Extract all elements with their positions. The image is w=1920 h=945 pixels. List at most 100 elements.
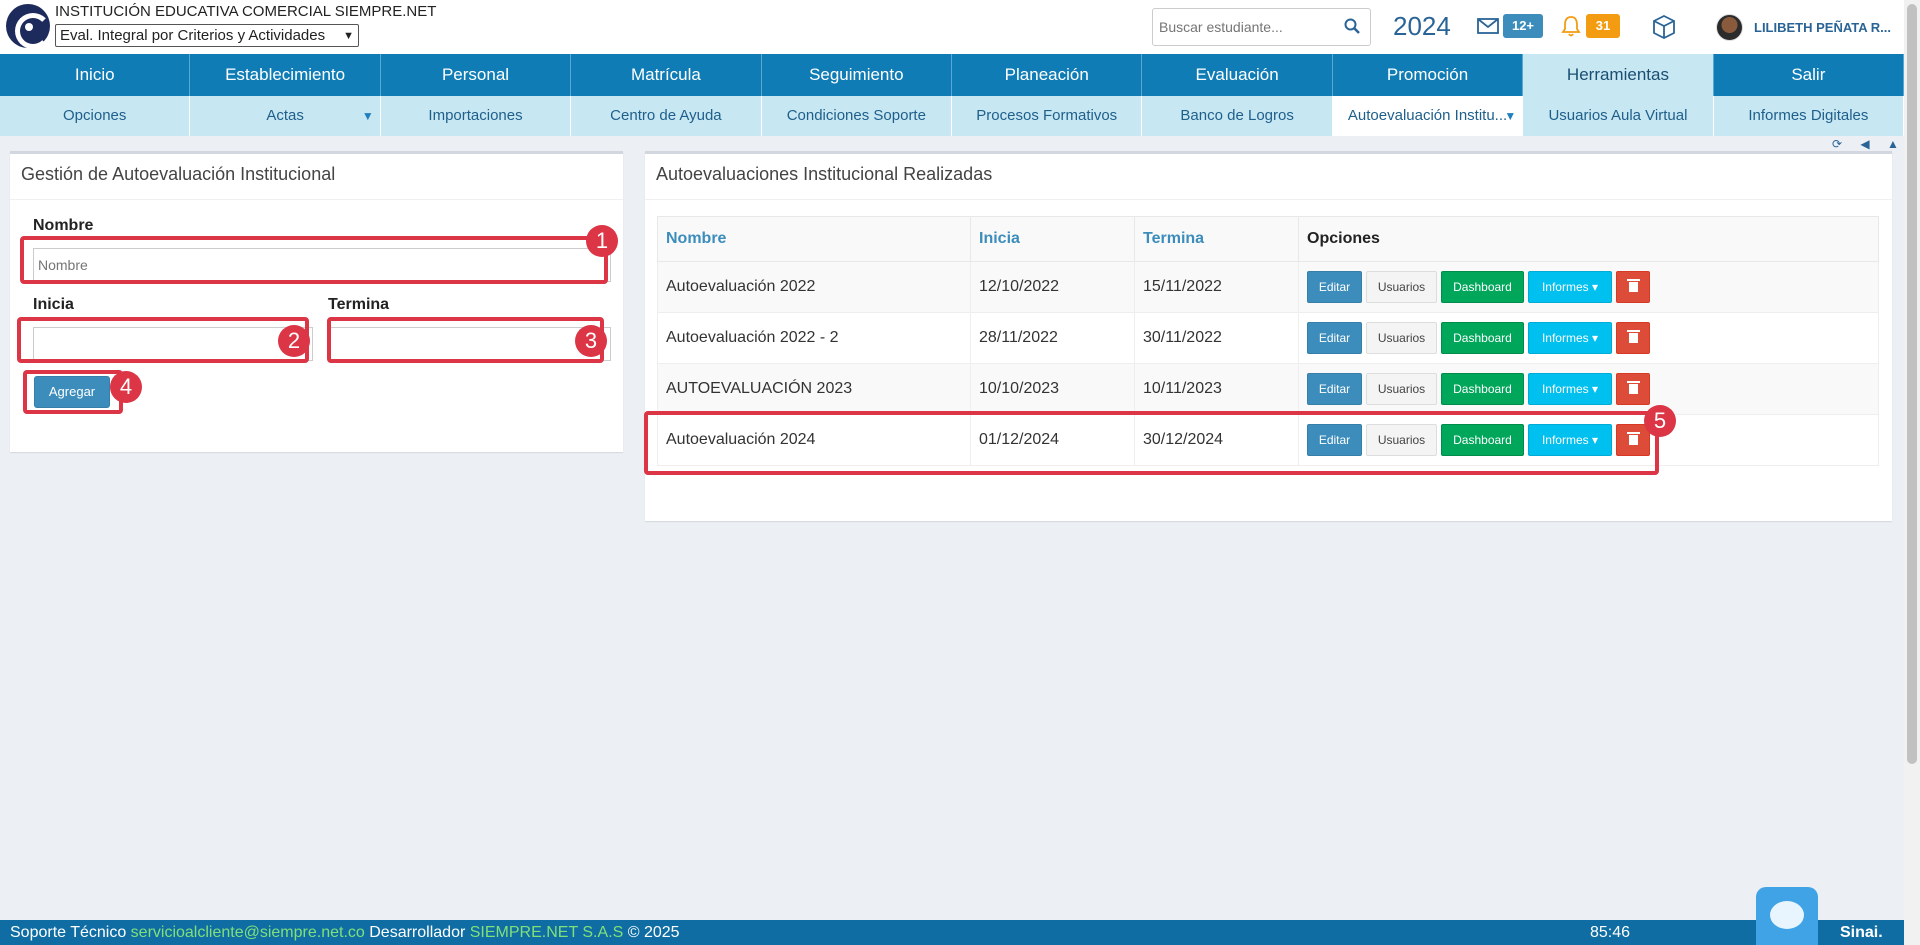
subnav-banco-logros[interactable]: Banco de Logros (1142, 96, 1333, 136)
brand-logo[interactable]: Sinai. (1840, 920, 1883, 945)
chevron-down-icon: ▼ (343, 29, 354, 42)
start-label: Inicia (33, 296, 74, 313)
subnav-label: Autoevaluación Institu... (1347, 107, 1508, 124)
users-button[interactable]: Usuarios (1366, 271, 1437, 303)
column-header[interactable]: Termina (1134, 216, 1299, 262)
subnav-opciones[interactable]: Opciones (0, 96, 191, 136)
delete-button[interactable] (1616, 373, 1650, 405)
annotation-marker-4: 4 (110, 371, 142, 403)
cube-icon[interactable] (1651, 14, 1677, 40)
annotation-marker-5: 5 (1644, 405, 1676, 437)
developer-link[interactable]: SIEMPRE.NET S.A.S (470, 924, 624, 941)
arrow-up-icon[interactable]: ▲ (1882, 137, 1904, 151)
notifications-badge[interactable]: 31 (1586, 14, 1620, 38)
annotation-highlight-5 (644, 411, 1659, 475)
subnav-label: Actas (266, 107, 304, 124)
subnav-label: Usuarios Aula Virtual (1548, 107, 1688, 124)
column-header[interactable]: Inicia (970, 216, 1135, 262)
dashboard-button[interactable]: Dashboard (1441, 373, 1524, 405)
nav-tab-evaluacion[interactable]: Evaluación (1142, 54, 1333, 96)
delete-button[interactable] (1616, 322, 1650, 354)
back-icon[interactable]: ◀ (1854, 137, 1876, 151)
subnav-actas[interactable]: Actas ▼ (190, 96, 381, 136)
subnav-label: Centro de Ayuda (610, 107, 722, 124)
column-header[interactable]: Nombre (657, 216, 971, 262)
trash-icon (1626, 279, 1640, 292)
avatar[interactable] (1716, 14, 1743, 41)
edit-button[interactable]: Editar (1307, 322, 1362, 354)
nav-tab-seguimiento[interactable]: Seguimiento (762, 54, 953, 96)
chat-widget-icon[interactable] (1756, 887, 1818, 945)
nav-tab-personal[interactable]: Personal (381, 54, 572, 96)
caret-down-icon: ▼ (1504, 109, 1517, 123)
users-button[interactable]: Usuarios (1366, 322, 1437, 354)
sub-nav: Opciones Actas ▼ Importaciones Centro de … (0, 96, 1905, 136)
reports-label: Informes (1541, 382, 1589, 396)
scrollbar-thumb[interactable] (1907, 4, 1917, 764)
page-scrollbar[interactable] (1904, 0, 1920, 945)
cell-start: 28/11/2022 (970, 312, 1135, 364)
subnav-informes-digitales[interactable]: Informes Digitales (1714, 96, 1905, 136)
subnav-usuarios-aula[interactable]: Usuarios Aula Virtual (1523, 96, 1714, 136)
student-search[interactable] (1152, 8, 1371, 46)
subnav-label: Importaciones (428, 107, 523, 124)
cell-name: Autoevaluación 2022 - 2 (657, 312, 971, 364)
form-panel-title: Gestión de Autoevaluación Institucional (10, 154, 623, 200)
cell-start: 10/10/2023 (970, 363, 1135, 415)
trash-icon (1626, 330, 1640, 343)
table-panel-title: Autoevaluaciones Institucional Realizada… (645, 154, 1892, 200)
nav-tab-matricula[interactable]: Matrícula (571, 54, 762, 96)
column-header: Opciones (1298, 216, 1879, 262)
cell-end: 15/11/2022 (1134, 261, 1299, 313)
subnav-label: Opciones (63, 107, 127, 124)
nav-tab-planeacion[interactable]: Planeación (952, 54, 1143, 96)
users-button[interactable]: Usuarios (1366, 373, 1437, 405)
reports-dropdown-button[interactable]: Informes ▾ (1528, 322, 1612, 354)
student-search-input[interactable] (1153, 9, 1328, 45)
table-header-row: Nombre Inicia Termina Opciones (657, 216, 1879, 262)
subnav-condiciones-soporte[interactable]: Condiciones Soporte (762, 96, 953, 136)
year-label[interactable]: 2024 (1393, 11, 1451, 42)
nav-tab-salir[interactable]: Salir (1714, 54, 1905, 96)
cell-start: 12/10/2022 (970, 261, 1135, 313)
reports-dropdown-button[interactable]: Informes ▾ (1528, 271, 1612, 303)
user-name[interactable]: LILIBETH PEÑATA R... (1754, 20, 1891, 35)
nav-tab-promocion[interactable]: Promoción (1333, 54, 1524, 96)
bell-icon[interactable] (1561, 15, 1581, 37)
mail-icon[interactable] (1477, 18, 1499, 34)
period-select-value: Eval. Integral por Criterios y Actividad… (60, 27, 326, 44)
cell-name: Autoevaluación 2022 (657, 261, 971, 313)
cell-options: Editar Usuarios Dashboard Informes ▾ (1298, 363, 1879, 415)
refresh-icon[interactable]: ⟳ (1826, 137, 1848, 151)
subnav-procesos-formativos[interactable]: Procesos Formativos (952, 96, 1143, 136)
edit-button[interactable]: Editar (1307, 271, 1362, 303)
delete-button[interactable] (1616, 271, 1650, 303)
institution-name: INSTITUCIÓN EDUCATIVA COMERCIAL SIEMPRE.… (55, 3, 437, 20)
dashboard-button[interactable]: Dashboard (1441, 271, 1524, 303)
dashboard-button[interactable]: Dashboard (1441, 322, 1524, 354)
institution-logo[interactable] (6, 4, 51, 49)
support-email-link[interactable]: servicioalcliente@siempre.net.co (131, 924, 365, 941)
main-nav: Inicio Establecimiento Personal Matrícul… (0, 54, 1905, 96)
annotation-marker-1: 1 (586, 225, 618, 257)
subnav-autoevaluacion[interactable]: Autoevaluación Institu... ▼ (1332, 96, 1524, 136)
caret-down-icon: ▼ (361, 109, 374, 123)
search-icon[interactable] (1344, 18, 1360, 34)
annotation-highlight-2 (17, 317, 309, 363)
reports-label: Informes (1541, 331, 1589, 345)
nav-tab-inicio[interactable]: Inicio (0, 54, 191, 96)
page-tools: ⟳ ◀ ▲ (1826, 137, 1904, 151)
cell-end: 10/11/2023 (1134, 363, 1299, 415)
period-select[interactable]: Eval. Integral por Criterios y Actividad… (55, 24, 359, 47)
table-row: Autoevaluación 2022 - 2 28/11/2022 30/11… (657, 312, 1879, 364)
messages-badge[interactable]: 12+ (1503, 14, 1543, 38)
nav-tab-herramientas[interactable]: Herramientas (1523, 54, 1714, 96)
footer-developer-label: Desarrollador (369, 924, 466, 941)
subnav-importaciones[interactable]: Importaciones (381, 96, 572, 136)
table-row: Autoevaluación 2022 12/10/2022 15/11/202… (657, 261, 1879, 313)
edit-button[interactable]: Editar (1307, 373, 1362, 405)
reports-dropdown-button[interactable]: Informes ▾ (1528, 373, 1612, 405)
nav-tab-establecimiento[interactable]: Establecimiento (190, 54, 381, 96)
cell-name: AUTOEVALUACIÓN 2023 (657, 363, 971, 415)
subnav-centro-ayuda[interactable]: Centro de Ayuda (571, 96, 762, 136)
